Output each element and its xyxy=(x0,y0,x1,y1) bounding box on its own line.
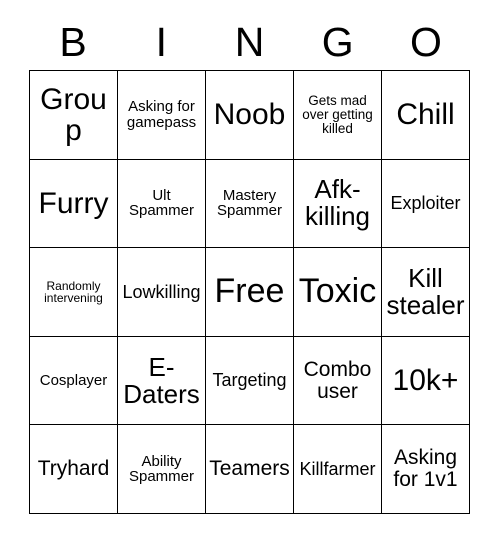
bingo-cell-label: E-Daters xyxy=(123,351,200,409)
bingo-cell[interactable]: Asking for 1v1 xyxy=(382,425,470,514)
bingo-cell-label: Chill xyxy=(396,98,455,132)
bingo-cell[interactable]: Toxic xyxy=(294,248,382,337)
bingo-cell-label: Cosplayer xyxy=(39,371,108,389)
bingo-cell[interactable]: Afk-killing xyxy=(294,159,382,249)
bingo-cell[interactable]: Combo user xyxy=(294,336,382,426)
bingo-cell[interactable]: Noob xyxy=(206,71,294,160)
bingo-cell-label: Free xyxy=(214,272,285,311)
bingo-cell[interactable]: Lowkilling xyxy=(118,248,206,337)
bingo-cell[interactable]: Ability Spammer xyxy=(118,425,206,514)
bingo-cell-label: Killfarmer xyxy=(299,458,376,479)
bingo-header: BINGO xyxy=(29,14,470,70)
bingo-cell[interactable]: Tryhard xyxy=(30,425,118,514)
bingo-cell[interactable]: Mastery Spammer xyxy=(206,159,294,249)
bingo-cell-label: Kill stealer xyxy=(386,262,465,320)
bingo-cell-label: Group xyxy=(40,82,107,147)
bingo-cell-label: Tryhard xyxy=(37,457,110,481)
bingo-cell-label: Toxic xyxy=(298,272,377,311)
bingo-cell[interactable]: Teamers xyxy=(206,425,294,514)
bingo-cell[interactable]: Furry xyxy=(30,159,118,249)
bingo-cell-label: Teamers xyxy=(209,457,290,481)
header-letter-b: B xyxy=(59,18,87,65)
bingo-cell[interactable]: Asking for gamepass xyxy=(118,71,206,160)
header-letter-o: O xyxy=(409,18,442,65)
bingo-cell[interactable]: Kill stealer xyxy=(382,248,470,337)
bingo-cell[interactable]: Ult Spammer xyxy=(118,159,206,249)
bingo-cell[interactable]: E-Daters xyxy=(118,336,206,426)
bingo-cell-label: Randomly intervening xyxy=(44,278,103,305)
bingo-cell[interactable]: Exploiter xyxy=(382,159,470,249)
bingo-cell-label: Afk-killing xyxy=(304,174,371,232)
header-letter-g: G xyxy=(321,18,354,65)
bingo-card: B I N G O Group Asking for gamepass Noob Gets m… xyxy=(0,0,500,544)
bingo-cell-label: Noob xyxy=(213,98,286,132)
bingo-cell-label: Ability Spammer xyxy=(128,452,195,486)
bingo-cell-label: Asking for 1v1 xyxy=(393,446,458,492)
bingo-cell[interactable]: Cosplayer xyxy=(30,336,118,426)
bingo-cell-label: Targeting xyxy=(212,370,287,391)
bingo-cell-label: Furry xyxy=(38,186,109,220)
bingo-cell[interactable]: Killfarmer xyxy=(294,425,382,514)
bingo-cell[interactable]: Chill xyxy=(382,71,470,160)
bingo-grid: Group Asking for gamepass Noob Gets mad ove… xyxy=(29,70,470,514)
bingo-cell[interactable]: 10k+ xyxy=(382,336,470,426)
bingo-cell-label: Gets mad over getting killed xyxy=(302,92,373,136)
bingo-cell-label: Combo user xyxy=(303,357,372,403)
bingo-cell-label: 10k+ xyxy=(392,364,459,397)
bingo-cell-label: Exploiter xyxy=(390,193,461,214)
bingo-cell-label: Mastery Spammer xyxy=(216,186,283,220)
header-letter-i: I xyxy=(155,18,167,65)
bingo-cell[interactable]: Randomly intervening xyxy=(30,248,118,337)
bingo-cell[interactable]: Targeting xyxy=(206,336,294,426)
bingo-cell[interactable]: Gets mad over getting killed xyxy=(294,71,382,160)
bingo-cell-label: Ult Spammer xyxy=(128,186,195,220)
bingo-cell-label: Lowkilling xyxy=(122,281,201,302)
bingo-cell-label: Asking for gamepass xyxy=(126,98,197,131)
bingo-cell-free[interactable]: Free xyxy=(206,248,294,337)
header-letter-n: N xyxy=(234,18,265,65)
bingo-cell[interactable]: Group xyxy=(30,71,118,160)
